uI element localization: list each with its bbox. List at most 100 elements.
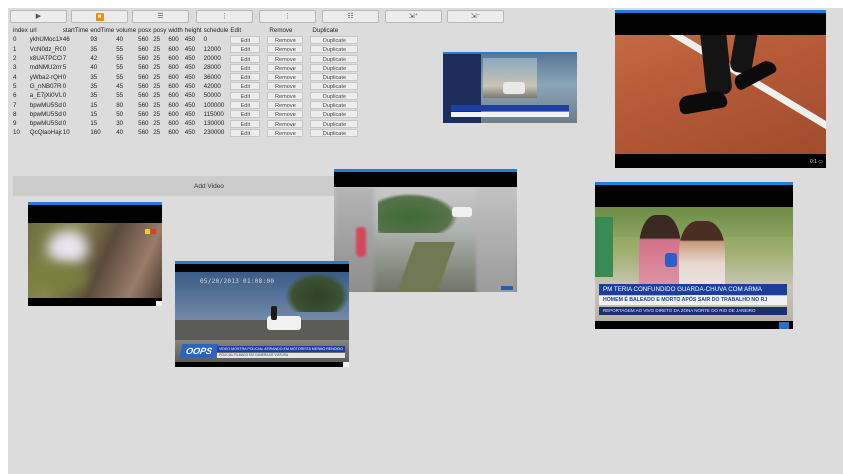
remove-button-cell: Remove (261, 54, 304, 63)
cell-height: 450 (184, 82, 196, 90)
edit-button[interactable]: Edit (230, 119, 261, 128)
cell-volume: 40 (116, 129, 124, 137)
canvas-stage: ▶ ■ ☰ ⋮ ⋮ ☷ ⇲⁺ ⇲⁻ index url startTime en… (8, 8, 843, 474)
cell-height: 450 (184, 92, 196, 100)
table-row: 8 bpwMU5SdPI0 15 50 560 25 600 450 115000 Edit Rem… (12, 110, 359, 119)
remove-button-cell: Remove (261, 110, 304, 119)
remove-button-cell: Remove (261, 45, 304, 54)
cell-schedule: 100000 (203, 101, 225, 109)
edit-button[interactable]: Edit (230, 35, 261, 44)
step-forward-button[interactable]: ⋮ (259, 10, 316, 23)
cell-start: 0 (62, 120, 67, 128)
news-footer: REPORTAGEM AO VIVO DIRETO DA ZONA NORTE … (599, 307, 787, 315)
video-tile-dashcam[interactable]: 05/20/2013 01:08:00 OOPS VÍDEO MOSTRA PO… (175, 261, 349, 367)
edit-button[interactable]: Edit (230, 45, 261, 54)
video-tile-news-small[interactable] (443, 52, 577, 123)
video-tile-blur[interactable] (28, 202, 162, 306)
cell-schedule: 130000 (203, 120, 225, 128)
table-row: 7 bpwMU5SdPI0 15 80 560 25 600 450 100000 Edit Rem… (12, 100, 359, 110)
cell-url: x8UATPCCkX0 (29, 55, 62, 63)
step-forward-icon: ⋮ (284, 13, 291, 20)
duplicate-button[interactable]: Duplicate (310, 91, 359, 100)
edit-button[interactable]: Edit (230, 101, 261, 110)
play-button[interactable]: ▶ (10, 10, 67, 23)
cell-height: 450 (184, 64, 196, 72)
cell-posy: 25 (153, 82, 161, 90)
duplicate-button[interactable]: Duplicate (310, 54, 359, 63)
video-frame (443, 54, 577, 123)
duplicate-button[interactable]: Duplicate (310, 119, 359, 128)
cell-posy: 25 (153, 36, 161, 44)
cell-volume: 45 (116, 82, 124, 90)
cell-width: 600 (168, 82, 179, 90)
video-tile-news-large[interactable]: PM TERIA CONFUNDIDO GUARDA-CHUVA COM ARM… (595, 182, 793, 329)
duplicate-button[interactable]: Duplicate (310, 45, 359, 54)
cell-index: 3 (13, 64, 17, 72)
col-edit: Edit (230, 27, 242, 35)
remove-button[interactable]: Remove (267, 128, 304, 137)
step-back-button[interactable]: ⋮ (196, 10, 253, 23)
layout-grid-button[interactable]: ☷ (322, 10, 379, 23)
edit-button[interactable]: Edit (230, 128, 261, 137)
cell-end: 42 (90, 55, 98, 63)
duplicate-button[interactable]: Duplicate (310, 35, 359, 44)
col-remove: Remove (269, 27, 293, 35)
col-height: height (184, 27, 202, 35)
video-tile-shoes[interactable]: 0:1 ▭ (615, 10, 826, 168)
table-row: 2 x8UATPCCkX07 42 55 560 25 600 450 20000 Edit Rem… (12, 54, 359, 63)
step-back-icon: ⋮ (221, 13, 228, 20)
remove-button[interactable]: Remove (267, 73, 304, 82)
shoe-left (677, 88, 729, 116)
cell-posx: 560 (138, 36, 149, 44)
layout-list-button[interactable]: ☰ (132, 10, 189, 23)
cell-posy: 25 (153, 45, 161, 53)
edit-button[interactable]: Edit (230, 110, 261, 119)
remove-button[interactable]: Remove (267, 110, 304, 119)
remove-button-cell: Remove (261, 35, 304, 44)
duplicate-button[interactable]: Duplicate (310, 128, 359, 137)
remove-button[interactable]: Remove (267, 119, 304, 128)
duplicate-button[interactable]: Duplicate (310, 82, 359, 91)
remove-button[interactable]: Remove (267, 54, 304, 63)
cell-index: 8 (13, 110, 17, 118)
remove-button[interactable]: Remove (267, 101, 304, 110)
remove-button[interactable]: Remove (267, 35, 304, 44)
stop-button[interactable]: ■ (71, 10, 128, 23)
oops-logo: OOPS (179, 344, 219, 358)
duplicate-button-cell: Duplicate (304, 35, 359, 44)
duplicate-button[interactable]: Duplicate (310, 63, 359, 72)
col-endtime: endTime (90, 27, 115, 35)
duplicate-button[interactable]: Duplicate (310, 101, 359, 110)
cell-url: bpwMU5SdPI (29, 110, 62, 118)
cell-index: 2 (13, 55, 17, 63)
cell-height: 450 (184, 45, 196, 53)
expand-icon: ⇲⁺ (408, 13, 419, 20)
resize-handle[interactable] (156, 301, 162, 306)
edit-button[interactable]: Edit (230, 91, 261, 100)
zoom-in-button[interactable]: ⇲⁺ (385, 10, 442, 23)
zoom-out-button[interactable]: ⇲⁻ (447, 10, 504, 23)
duplicate-button[interactable]: Duplicate (310, 73, 359, 82)
cell-width: 600 (168, 36, 179, 44)
recording-indicator (151, 229, 156, 234)
video-tile-street[interactable] (334, 169, 517, 292)
remove-button[interactable]: Remove (267, 63, 304, 72)
col-url: url (29, 27, 37, 35)
remove-button[interactable]: Remove (267, 45, 304, 54)
duplicate-button[interactable]: Duplicate (310, 110, 359, 119)
blurred-edge (476, 187, 517, 292)
col-posx: posx (138, 27, 152, 35)
edit-button[interactable]: Edit (230, 54, 261, 63)
cell-posx: 560 (138, 129, 149, 137)
edit-button[interactable]: Edit (230, 63, 261, 72)
edit-button[interactable]: Edit (230, 73, 261, 82)
cell-start: 0 (62, 73, 67, 81)
edit-button-cell: Edit (229, 54, 261, 63)
cell-start: 0 (62, 92, 67, 100)
edit-button[interactable]: Edit (230, 82, 261, 91)
cell-url: QcQlaoHajoM (29, 129, 62, 137)
remove-button[interactable]: Remove (267, 91, 304, 100)
remove-button-cell: Remove (261, 100, 304, 110)
remove-button[interactable]: Remove (267, 82, 304, 91)
resize-handle[interactable] (343, 362, 349, 367)
